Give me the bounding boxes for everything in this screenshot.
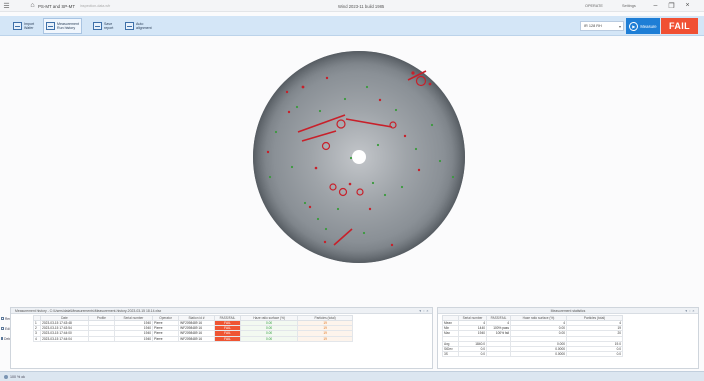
close-icon[interactable]: × (683, 1, 692, 10)
settings-link[interactable]: Settings (622, 4, 636, 8)
maximize-icon[interactable]: ❐ (667, 1, 676, 10)
statistics-table: Serial number PASS/FAIL Haze ratio surfa… (442, 315, 623, 358)
result-badge: FAIL (661, 18, 698, 34)
menu-icon[interactable]: ☰ (2, 1, 11, 10)
history-table: Date Profile Serial number Operator Stat… (32, 315, 353, 342)
measurement-history-panel: Measurement history - C:\Users\data\Meas… (10, 307, 433, 369)
table-row[interactable]: 4 2023-03-15 17:44:04 1940 Pierre WF2098… (32, 335, 353, 342)
history-header: Measurement history - C:\Users\data\Meas… (11, 308, 432, 314)
report-icon (93, 22, 102, 30)
window-title: Wind 2023-11 build 1985 (338, 4, 385, 9)
minimize-icon[interactable]: – (651, 1, 660, 10)
table-row: 3S 0.0 0.0000 0.0 (442, 351, 623, 358)
import-wafer-button[interactable]: Import Wafer (10, 18, 37, 34)
status-text: 100 % ok (10, 374, 25, 379)
home-icon[interactable]: ⌂ (28, 1, 37, 10)
chevron-down-icon: ▾ (618, 24, 621, 29)
title-bar: ☰ ⌂ PS-MT and SP-MT inspection-data.wfr … (0, 0, 704, 12)
alignment-icon (125, 22, 134, 30)
wafer-map[interactable] (0, 37, 704, 307)
panel-controls-icon[interactable]: ▾ ▫ × (685, 309, 695, 313)
wafer-center-marker (352, 150, 366, 164)
toolbar-ribbon: Import Wafer Measurement Run history Sav… (0, 16, 704, 36)
wavelength-select[interactable]: IR 128 RH ▾ (580, 21, 624, 31)
status-bar: 100 % ok (0, 371, 704, 381)
app-name: PS-MT and SP-MT (38, 4, 76, 9)
statistics-header-row: Serial number PASS/FAIL Haze ratio surfa… (442, 315, 623, 321)
wafer-viewer[interactable] (0, 37, 704, 307)
app-subtitle: inspection-data.wfr (80, 4, 111, 8)
save-report-button[interactable]: Save report (90, 18, 116, 34)
history-icon (46, 22, 55, 30)
statistics-header: Measurement statistics ▾ ▫ × (438, 308, 698, 314)
measurement-history-button[interactable]: Measurement Run history (43, 18, 82, 34)
wafer-icon (13, 22, 22, 30)
status-link[interactable]: OPERATE (585, 4, 603, 8)
play-icon: ▶ (629, 21, 639, 31)
status-icon (4, 374, 8, 379)
measurement-statistics-panel: Measurement statistics ▾ ▫ × Serial numb… (437, 307, 699, 369)
measure-button[interactable]: ▶ Measure (626, 18, 660, 34)
auto-alignment-button[interactable]: Auto alignment (122, 18, 155, 34)
panel-controls-icon[interactable]: ▾ ▫ × (419, 309, 429, 313)
